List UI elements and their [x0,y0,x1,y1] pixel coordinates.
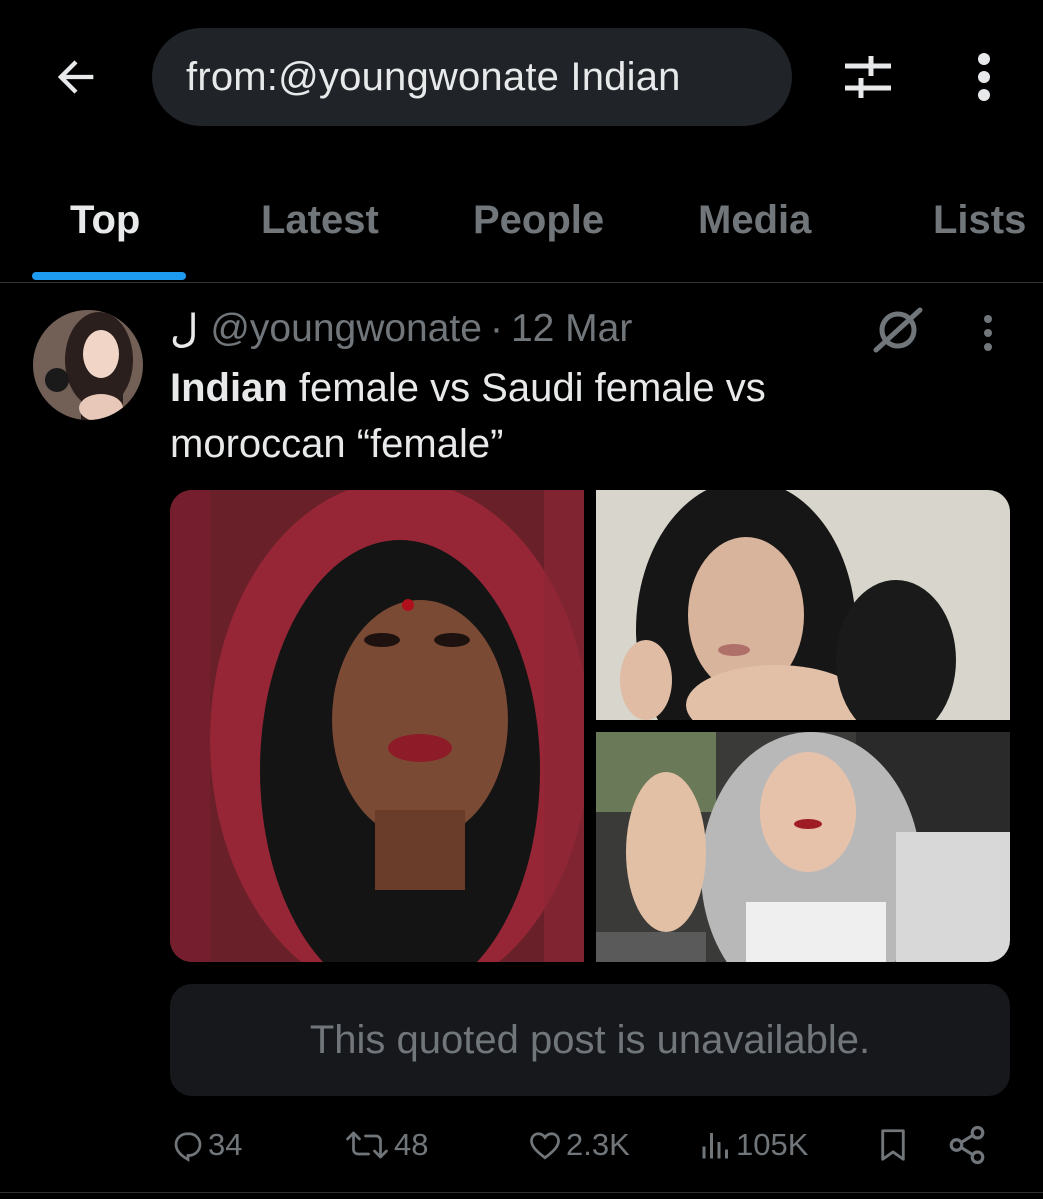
tab-lists[interactable]: Lists [933,198,1026,243]
view-count: 105K [736,1127,809,1162]
post-more-button[interactable] [968,310,1008,356]
post-text-line2: moroccan “female” [170,422,504,466]
like-button[interactable]: 2.3K [526,1120,630,1170]
grok-icon [873,307,923,353]
more-vertical-icon [978,53,990,101]
post-text-highlight: Indian [170,366,288,410]
post-date[interactable]: 12 Mar [511,307,632,351]
back-arrow-icon [57,60,94,94]
post-divider [0,1192,1043,1193]
post-header: ل @youngwonate · 12 Mar [170,304,632,354]
post-photo-2[interactable] [596,490,1010,720]
search-query: from:@youngwonate Indian [186,54,681,99]
meta-separator: · [489,307,503,350]
post-media-grid [170,490,1010,962]
post-text: Indian female vs Saudi female vs morocca… [170,360,930,472]
views-chart-icon [702,1133,728,1159]
quoted-post-unavailable: This quoted post is unavailable. [170,984,1010,1096]
more-vertical-icon [984,315,992,351]
avatar[interactable] [33,310,143,420]
search-filter-button[interactable] [834,45,902,109]
heart-icon [530,1132,560,1160]
post-photo-3[interactable] [596,732,1010,962]
post-text-line1: female vs Saudi female vs [287,366,766,410]
share-button[interactable] [946,1120,990,1170]
author-display-name[interactable]: ل [170,307,198,352]
search-tabs: Top Latest People Media Lists [0,180,1043,283]
tab-people[interactable]: People [473,198,604,243]
repost-count: 48 [394,1127,429,1162]
tab-top[interactable]: Top [70,198,140,243]
views-button[interactable]: 105K [698,1120,808,1170]
reply-icon [174,1132,202,1162]
grok-button[interactable] [870,306,926,354]
search-input[interactable]: from:@youngwonate Indian [152,28,792,126]
back-button[interactable] [44,45,108,109]
post-photo-1[interactable] [170,490,584,962]
bookmark-icon [881,1129,905,1161]
tab-media[interactable]: Media [698,198,811,243]
repost-button[interactable]: 48 [342,1120,428,1170]
active-tab-indicator [32,272,186,280]
bookmark-button[interactable] [874,1120,914,1170]
more-options-button[interactable] [958,45,1010,109]
quoted-post-message: This quoted post is unavailable. [309,1017,871,1062]
author-handle[interactable]: @youngwonate [210,307,482,351]
repost-icon [346,1131,388,1159]
like-count: 2.3K [566,1127,630,1162]
filter-sliders-icon [845,56,891,98]
reply-button[interactable]: 34 [170,1120,242,1170]
reply-count: 34 [208,1127,243,1162]
tab-latest[interactable]: Latest [261,198,379,243]
share-icon [949,1125,985,1165]
